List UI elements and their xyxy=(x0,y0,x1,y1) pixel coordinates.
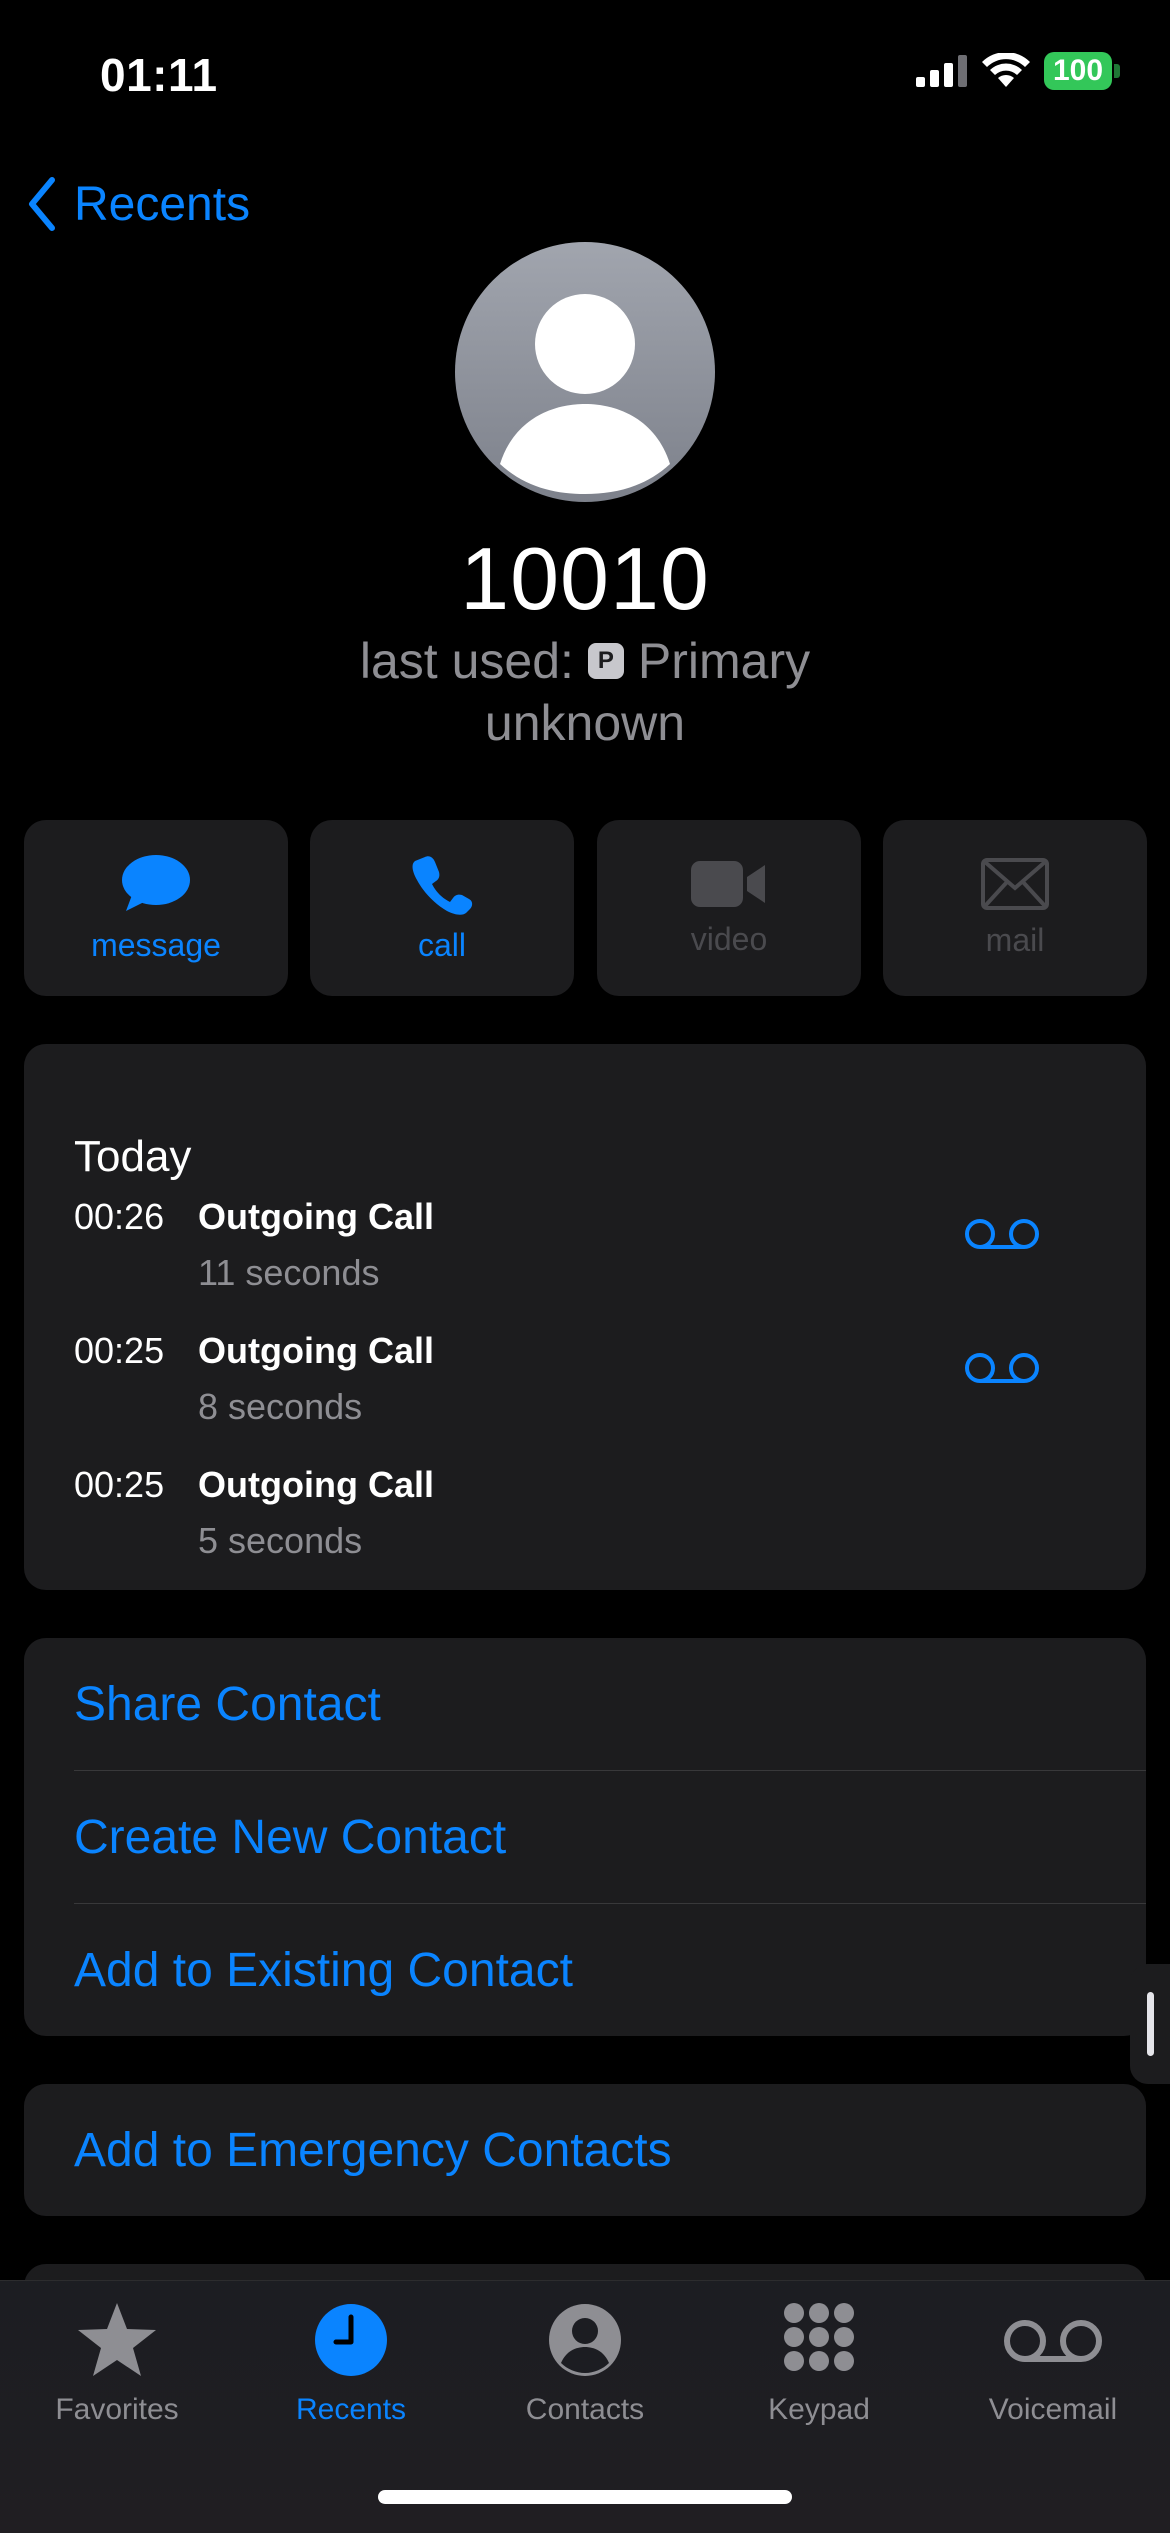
call-type: Outgoing Call xyxy=(198,1464,434,1505)
back-button[interactable]: Recents xyxy=(26,176,250,232)
create-new-contact-button[interactable]: Create New Contact xyxy=(74,1771,1146,1903)
person-silhouette-icon xyxy=(500,294,670,494)
last-used-line: last used: P Primary xyxy=(0,632,1170,690)
tab-favorites[interactable]: Favorites xyxy=(0,2301,234,2427)
last-used-prefix: last used: xyxy=(359,633,574,689)
video-label: video xyxy=(690,920,768,957)
video-button[interactable]: video xyxy=(597,820,861,996)
home-indicator[interactable] xyxy=(378,2490,792,2504)
contact-name: 10010 xyxy=(460,529,710,628)
call-row: 00:25 Outgoing Call 8 seconds xyxy=(74,1330,1096,1430)
battery-nub xyxy=(1114,64,1120,78)
call-time: 00:25 xyxy=(74,1330,165,1371)
voicemail-icon[interactable] xyxy=(964,1350,1040,1386)
mail-button[interactable]: mail xyxy=(883,820,1147,996)
status-time: 01:11 xyxy=(100,49,218,101)
tab-label: Voicemail xyxy=(988,2393,1118,2426)
mail-icon xyxy=(981,857,1049,910)
contact-options-card: Share Contact Create New Contact Add to … xyxy=(24,1638,1146,2036)
cellular-signal-icon xyxy=(916,55,967,87)
tab-label: Favorites xyxy=(55,2393,179,2426)
call-duration: 5 seconds xyxy=(198,1520,363,1561)
mail-label: mail xyxy=(985,921,1045,958)
tab-label: Recents xyxy=(295,2393,407,2426)
call-time: 00:26 xyxy=(74,1196,165,1237)
battery-level: 100 xyxy=(1044,52,1112,90)
tab-voicemail[interactable]: Voicemail xyxy=(936,2301,1170,2427)
person-circle-icon xyxy=(549,2304,621,2376)
call-button[interactable]: call xyxy=(310,820,574,996)
video-icon xyxy=(691,860,765,907)
line-badge: P xyxy=(587,643,624,679)
call-label: call xyxy=(417,926,466,963)
tab-keypad[interactable]: Keypad xyxy=(702,2301,936,2427)
chevron-left-icon xyxy=(29,177,55,231)
call-type: Outgoing Call xyxy=(198,1330,434,1371)
scroll-indicator[interactable] xyxy=(1130,1964,1170,2084)
history-date-title: Today xyxy=(74,1132,192,1181)
share-contact-button[interactable]: Share Contact xyxy=(74,1638,1146,1770)
call-duration: 8 seconds xyxy=(198,1386,363,1427)
call-time: 00:25 xyxy=(74,1464,165,1505)
line-name: Primary xyxy=(637,633,811,689)
phone-icon xyxy=(412,855,473,915)
call-duration: 11 seconds xyxy=(198,1252,380,1293)
back-label: Recents xyxy=(74,177,251,231)
tab-contacts[interactable]: Contacts xyxy=(468,2301,702,2427)
add-to-existing-contact-button[interactable]: Add to Existing Contact xyxy=(74,1904,1146,2036)
call-history-card: Today 00:26 Outgoing Call 11 seconds 00:… xyxy=(24,1044,1146,1590)
battery-indicator: 100 xyxy=(1044,52,1120,90)
voicemail-icon[interactable] xyxy=(964,1216,1040,1252)
call-row: 00:25 Outgoing Call 5 seconds xyxy=(74,1464,1096,1564)
status-icons: 100 xyxy=(916,52,1120,90)
clock-icon xyxy=(315,2304,387,2376)
add-to-emergency-contacts-button[interactable]: Add to Emergency Contacts xyxy=(74,2084,1146,2216)
keypad-icon xyxy=(784,2303,854,2371)
emergency-card: Add to Emergency Contacts xyxy=(24,2084,1146,2216)
voicemail-icon xyxy=(1004,2320,1102,2362)
star-icon xyxy=(78,2303,156,2376)
tab-recents[interactable]: Recents xyxy=(234,2301,468,2427)
call-row: 00:26 Outgoing Call 11 seconds xyxy=(74,1196,1096,1296)
contact-label: unknown xyxy=(484,695,686,751)
tab-label: Contacts xyxy=(525,2393,645,2426)
wifi-icon xyxy=(982,53,1030,87)
call-type: Outgoing Call xyxy=(198,1196,434,1237)
message-label: message xyxy=(91,926,221,963)
avatar xyxy=(455,242,715,502)
message-button[interactable]: message xyxy=(24,820,288,996)
message-icon xyxy=(122,854,190,911)
tab-label: Keypad xyxy=(768,2393,870,2426)
